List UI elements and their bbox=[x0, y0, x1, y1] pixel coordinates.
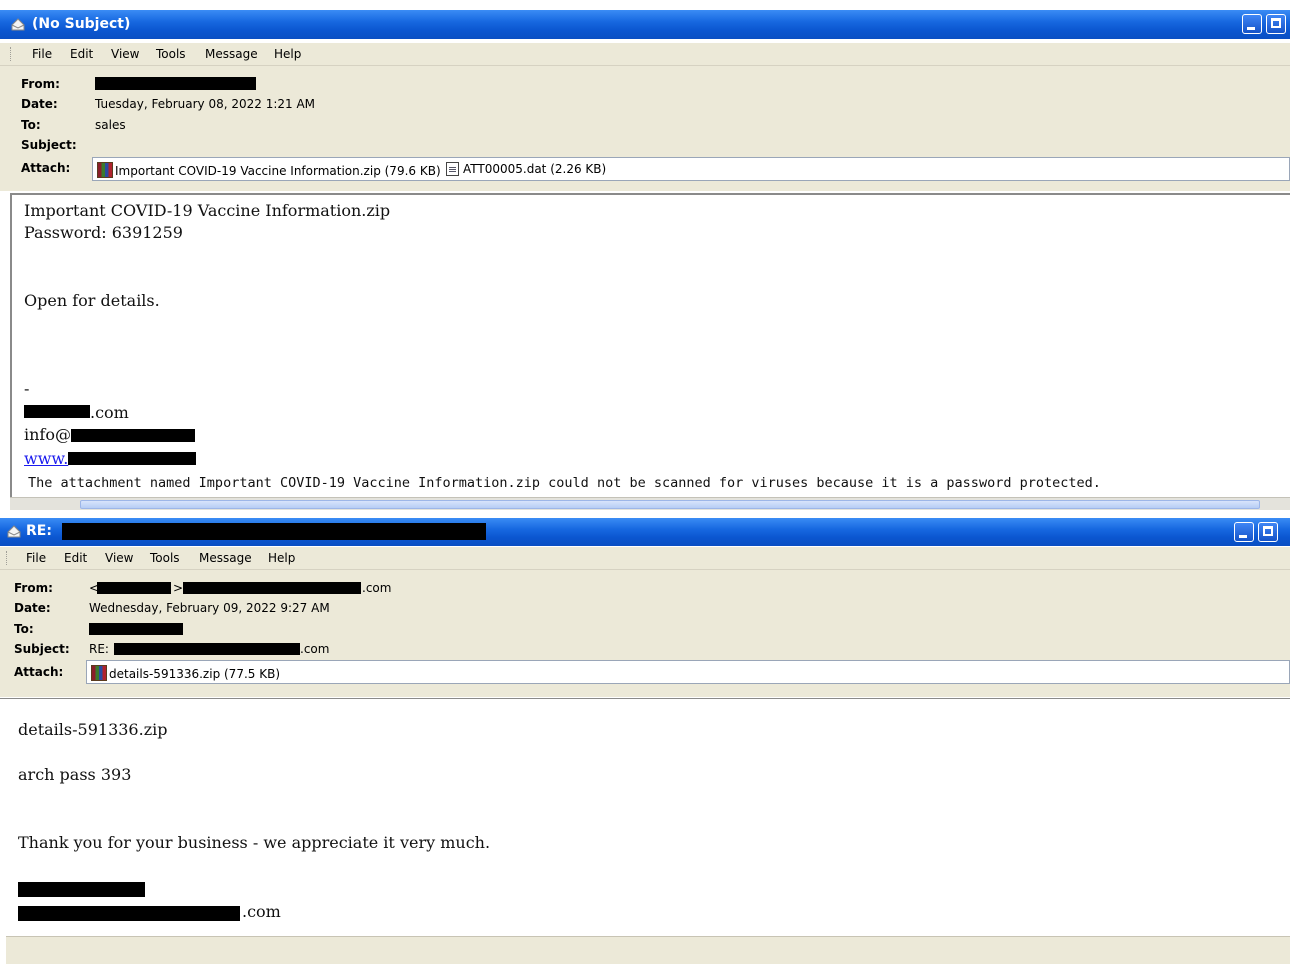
menu-tools[interactable]: Tools bbox=[156, 47, 186, 61]
menu-file[interactable]: File bbox=[32, 47, 52, 61]
menu-help[interactable]: Help bbox=[268, 551, 295, 565]
horizontal-scrollbar[interactable] bbox=[10, 497, 1290, 510]
subject-prefix: RE: bbox=[89, 642, 109, 656]
menu-tools[interactable]: Tools bbox=[150, 551, 180, 565]
from-bracket: > bbox=[173, 581, 184, 595]
message-body[interactable]: Important COVID-19 Vaccine Information.z… bbox=[10, 193, 1290, 497]
menu-bar: File Edit View Tools Message Help bbox=[0, 43, 1290, 66]
redaction-block bbox=[114, 643, 300, 655]
date-value: Wednesday, February 09, 2022 9:27 AM bbox=[89, 601, 330, 615]
from-domain: .com bbox=[362, 581, 392, 595]
to-value: sales bbox=[95, 118, 126, 132]
maximize-button[interactable] bbox=[1258, 522, 1278, 542]
attachment-name: details-591336.zip (77.5 KB) bbox=[109, 667, 280, 681]
zip-icon bbox=[91, 665, 107, 681]
envelope-icon bbox=[7, 525, 21, 538]
toolbar-grip[interactable] bbox=[10, 47, 13, 61]
menu-bar: File Edit View Tools Message Help bbox=[0, 547, 1290, 570]
menu-edit[interactable]: Edit bbox=[70, 47, 93, 61]
signature-domain: .com bbox=[90, 403, 129, 422]
redaction-block bbox=[89, 623, 183, 635]
menu-file[interactable]: File bbox=[26, 551, 46, 565]
subject-domain: .com bbox=[300, 642, 330, 656]
minimize-button[interactable] bbox=[1242, 14, 1262, 34]
signature-dash: - bbox=[24, 379, 30, 398]
scrollbar-thumb[interactable] bbox=[80, 500, 1260, 509]
redaction-block bbox=[24, 405, 90, 418]
redaction-block bbox=[68, 452, 196, 465]
dat-file-icon bbox=[446, 162, 459, 176]
from-label: From: bbox=[14, 581, 53, 595]
redaction-block bbox=[18, 882, 145, 897]
redaction-block bbox=[97, 582, 171, 594]
redaction-block bbox=[62, 523, 486, 540]
attachment-name: ATT00005.dat (2.26 KB) bbox=[463, 162, 607, 176]
window-title: (No Subject) bbox=[32, 16, 131, 32]
email-window-1: (No Subject) File Edit View Tools Messag… bbox=[0, 0, 1290, 510]
title-bar[interactable]: RE: bbox=[0, 518, 1290, 546]
zip-icon bbox=[97, 162, 113, 178]
subject-label: Subject: bbox=[21, 138, 77, 152]
redaction-block bbox=[71, 429, 195, 442]
body-line: details-591336.zip bbox=[18, 720, 168, 739]
body-line: Password: 6391259 bbox=[24, 223, 183, 242]
virus-scan-notice: The attachment named Important COVID-19 … bbox=[28, 475, 1101, 491]
body-line: arch pass 393 bbox=[18, 765, 132, 784]
message-body[interactable]: details-591336.zip arch pass 393 Thank y… bbox=[0, 698, 1290, 937]
menu-view[interactable]: View bbox=[105, 551, 133, 565]
redaction-block bbox=[18, 906, 240, 921]
date-label: Date: bbox=[21, 97, 58, 111]
menu-view[interactable]: View bbox=[111, 47, 139, 61]
maximize-button[interactable] bbox=[1266, 14, 1286, 34]
signature-email: info@ bbox=[24, 425, 71, 444]
attach-label: Attach: bbox=[21, 161, 71, 175]
message-headers: From: Date: Tuesday, February 08, 2022 1… bbox=[0, 66, 1290, 191]
date-label: Date: bbox=[14, 601, 51, 615]
status-bar bbox=[6, 936, 1290, 964]
to-label: To: bbox=[21, 118, 41, 132]
body-line: Open for details. bbox=[24, 291, 160, 310]
menu-message[interactable]: Message bbox=[205, 47, 258, 61]
signature-domain: .com bbox=[242, 902, 281, 921]
body-line: Important COVID-19 Vaccine Information.z… bbox=[24, 201, 391, 220]
redaction-block bbox=[95, 77, 256, 90]
body-line: Thank you for your business - we appreci… bbox=[18, 833, 491, 852]
attachment-item[interactable]: Important COVID-19 Vaccine Information.z… bbox=[97, 162, 441, 178]
date-value: Tuesday, February 08, 2022 1:21 AM bbox=[95, 97, 316, 111]
attachment-list: details-591336.zip (77.5 KB) bbox=[86, 660, 1290, 684]
subject-label: Subject: bbox=[14, 642, 70, 656]
attachment-name: Important COVID-19 Vaccine Information.z… bbox=[115, 164, 441, 178]
menu-message[interactable]: Message bbox=[199, 551, 252, 565]
toolbar-grip[interactable] bbox=[6, 551, 9, 565]
menu-help[interactable]: Help bbox=[274, 47, 301, 61]
window-title: RE: bbox=[26, 523, 52, 539]
attachment-item[interactable]: ATT00005.dat (2.26 KB) bbox=[446, 162, 606, 176]
menu-edit[interactable]: Edit bbox=[64, 551, 87, 565]
message-headers: From: < > .com Date: Wednesday, February… bbox=[0, 570, 1290, 697]
attachment-item[interactable]: details-591336.zip (77.5 KB) bbox=[91, 665, 280, 681]
envelope-icon bbox=[11, 18, 25, 31]
signature-website-link[interactable]: www. bbox=[24, 449, 68, 468]
attach-label: Attach: bbox=[14, 665, 64, 679]
title-bar[interactable]: (No Subject) bbox=[0, 10, 1290, 39]
redaction-block bbox=[183, 582, 361, 594]
minimize-button[interactable] bbox=[1234, 522, 1254, 542]
attachment-list: Important COVID-19 Vaccine Information.z… bbox=[92, 157, 1290, 181]
from-label: From: bbox=[21, 77, 60, 91]
to-label: To: bbox=[14, 622, 34, 636]
email-window-2: RE: File Edit View Tools Message Help Fr… bbox=[0, 510, 1290, 964]
